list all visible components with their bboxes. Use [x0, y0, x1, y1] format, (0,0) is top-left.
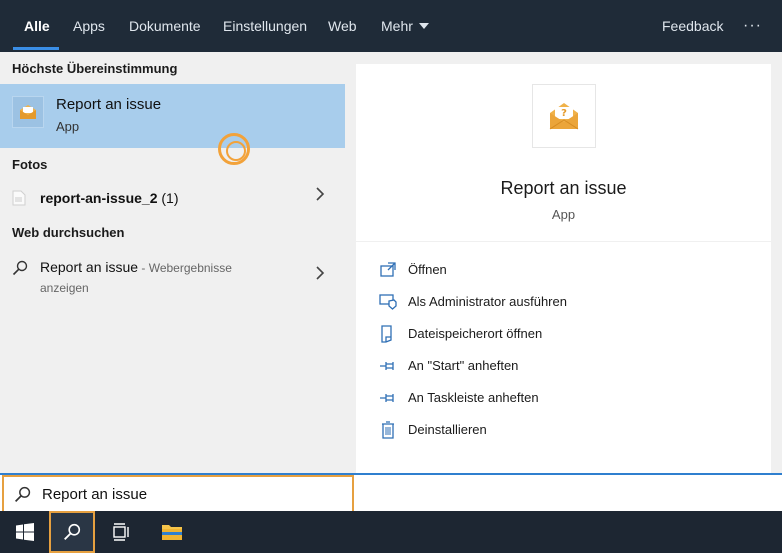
windows-logo-icon [16, 523, 34, 541]
actions-list: Öffnen Als Administrator ausführen Datei… [356, 242, 771, 473]
action-pin-to-start-label: An "Start" anheften [408, 358, 519, 373]
best-match-item[interactable]: Report an issue App [0, 84, 345, 165]
image-file-icon [12, 190, 26, 206]
active-tab-indicator [13, 47, 59, 50]
web-search-suffix: - Webergebnisse [138, 261, 232, 275]
action-open-file-location[interactable]: Dateispeicherort öffnen [356, 320, 771, 348]
envelope-question-icon: ? [549, 103, 579, 130]
app-preview-card: ? Report an issue App [356, 64, 771, 241]
search-bar: Report an issue [0, 473, 782, 513]
action-run-as-admin[interactable]: Als Administrator ausführen [356, 288, 771, 316]
trash-icon [382, 421, 394, 439]
photo-result-label: report-an-issue_2 (1) [40, 190, 178, 206]
more-options-button[interactable]: ··· [743, 0, 762, 52]
shield-admin-icon [379, 294, 397, 310]
web-search-line1: Report an issue - Webergebnisse [40, 259, 232, 275]
tab-einstellungen[interactable]: Einstellungen [223, 0, 307, 52]
best-match-subtitle: App [56, 119, 80, 134]
pin-icon [380, 362, 394, 370]
search-input-value: Report an issue [42, 486, 148, 503]
task-view-icon [113, 523, 129, 541]
action-open-file-location-label: Dateispeicherort öffnen [408, 326, 543, 341]
photos-heading: Fotos [12, 157, 48, 172]
action-pin-to-taskbar[interactable]: An Taskleiste anheften [356, 384, 771, 412]
web-search-query: Report an issue [40, 259, 139, 275]
folder-icon [162, 525, 182, 540]
search-scope-nav: Alle Apps Dokumente Einstellungen Web Me… [0, 0, 782, 52]
feedback-button[interactable]: Feedback [662, 0, 723, 52]
app-large-icon: ? [532, 84, 596, 148]
search-icon [12, 260, 28, 276]
action-uninstall[interactable]: Deinstallieren [356, 416, 771, 444]
start-button[interactable] [2, 511, 48, 553]
photo-result-item[interactable]: report-an-issue_2 (1) [0, 184, 345, 212]
chevron-right-icon[interactable] [315, 266, 325, 285]
action-run-as-admin-label: Als Administrator ausführen [408, 294, 567, 309]
action-pin-to-start[interactable]: An "Start" anheften [356, 352, 771, 380]
search-icon [64, 523, 81, 540]
web-search-line2: anzeigen [40, 281, 89, 295]
best-match-title: Report an issue [56, 96, 162, 113]
app-icon [12, 96, 44, 128]
tab-alle[interactable]: Alle [24, 0, 50, 52]
results-panel: Höchste Übereinstimmung Report an issue … [0, 52, 345, 473]
tab-web[interactable]: Web [328, 0, 357, 52]
preview-panel: ? Report an issue App Öffnen Als Adminis… [345, 52, 782, 473]
action-uninstall-label: Deinstallieren [408, 422, 487, 437]
chevron-right-icon[interactable] [315, 187, 325, 206]
web-search-item[interactable]: Report an issue - Webergebnisse anzeigen [0, 252, 345, 302]
envelope-icon [20, 105, 36, 119]
tab-mehr-label: Mehr [381, 18, 413, 34]
preview-subtitle: App [551, 207, 576, 222]
file-location-icon [381, 325, 392, 343]
tab-mehr[interactable]: Mehr [381, 0, 429, 52]
taskbar [0, 511, 782, 553]
task-view-button[interactable] [98, 511, 144, 553]
preview-title: Report an issue [500, 178, 627, 198]
action-open[interactable]: Öffnen [356, 256, 771, 284]
search-icon [14, 486, 31, 503]
busy-cursor-icon [218, 133, 250, 165]
pin-icon [380, 394, 394, 402]
chevron-down-icon [418, 23, 429, 30]
tab-apps[interactable]: Apps [73, 0, 105, 52]
action-pin-to-taskbar-label: An Taskleiste anheften [408, 390, 539, 405]
web-search-heading: Web durchsuchen [12, 225, 125, 240]
svg-text:?: ? [561, 108, 567, 119]
file-explorer-button[interactable] [149, 511, 195, 553]
taskbar-search-button[interactable] [49, 511, 95, 553]
photo-result-suffix: (1) [157, 190, 179, 206]
best-match-heading: Höchste Übereinstimmung [12, 61, 178, 76]
photo-result-name: report-an-issue_2 [40, 190, 158, 206]
search-input[interactable]: Report an issue [2, 475, 354, 513]
open-icon [380, 262, 396, 277]
tab-dokumente[interactable]: Dokumente [129, 0, 201, 52]
action-open-label: Öffnen [408, 262, 447, 277]
